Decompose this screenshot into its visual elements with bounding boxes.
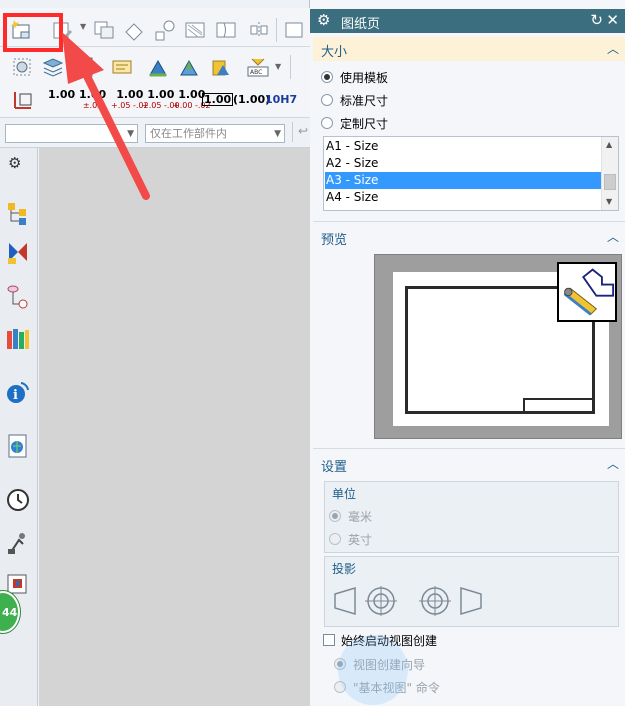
toolbar-separator: [276, 18, 277, 42]
dropdown-arrow-icon[interactable]: ▼: [80, 22, 86, 31]
watermark-logo: [338, 635, 408, 705]
dropdown-arrow-icon[interactable]: ▼: [275, 62, 281, 71]
scroll-thumb[interactable]: [604, 174, 616, 190]
tolerance-style-1[interactable]: 1.00: [48, 89, 75, 100]
toolbar-separator: [290, 55, 291, 79]
note-icon[interactable]: [110, 55, 134, 79]
undo-icon[interactable]: ↩: [298, 124, 308, 138]
history-clock-icon[interactable]: [5, 487, 31, 513]
process-studio-icon[interactable]: [5, 530, 31, 556]
radio-dot: [321, 94, 333, 106]
scroll-down-icon[interactable]: ▼: [606, 197, 612, 206]
size-group-title: 大小: [321, 45, 348, 60]
preview-title-block: [523, 398, 595, 414]
view-icon[interactable]: [92, 18, 116, 42]
scroll-up-icon[interactable]: ▲: [606, 140, 612, 149]
section-view-icon[interactable]: [183, 18, 207, 42]
surface-finish-icon[interactable]: [209, 55, 233, 79]
collapse-icon[interactable]: ︿: [607, 228, 619, 245]
collapse-icon[interactable]: ︿: [607, 40, 619, 57]
list-item[interactable]: A2 - Size: [325, 155, 601, 172]
graphics-window[interactable]: [39, 148, 310, 706]
sheet-preview: [374, 254, 622, 439]
projection-label: 投影: [332, 562, 357, 576]
tolerance-style-2[interactable]: 1.00 ±.05: [79, 89, 106, 111]
settings-group-header[interactable]: 设置 ︿: [313, 452, 625, 476]
settings-group-title: 设置: [321, 460, 348, 475]
new-sheet-highlight-box: [3, 13, 63, 52]
dimension-icon[interactable]: [11, 88, 35, 112]
tolerance-style-fit[interactable]: 10H7: [265, 94, 297, 105]
toolbar-row-2: ABC ▼: [0, 47, 310, 86]
projected-view-icon[interactable]: [122, 18, 146, 42]
toolbar-row-3: 1.00 1.00 ±.05 1.00 +.05 -.02 1.00 +.05 -.0…: [0, 82, 310, 118]
dialog-title-bar: ⚙ 图纸页 ↻ ✕: [310, 9, 625, 33]
radio-label: 毫米: [348, 510, 373, 524]
scope-filter-select[interactable]: 仅在工作部件内 ▼: [145, 124, 285, 143]
size-group-header[interactable]: 大小 ︿: [313, 37, 625, 61]
selection-filter-bar: ▼ 仅在工作部件内 ▼ ↩: [0, 118, 310, 148]
nx-main-window: ▼ ABC ▼ 1.00 1.00 ±.05 1.00 +.05 -.02 1.…: [0, 0, 310, 706]
sheet-size-list[interactable]: A1 - Size A2 - Size A3 - Size A4 - Size …: [323, 136, 619, 211]
projection-subgroup: 投影: [324, 556, 619, 627]
reset-icon[interactable]: ↻: [590, 11, 603, 29]
svg-text:ABC: ABC: [250, 69, 262, 76]
gear-icon[interactable]: ⚙: [8, 154, 21, 172]
collapse-icon[interactable]: ︿: [607, 455, 619, 472]
first-angle-projection-icon[interactable]: [331, 584, 401, 618]
units-subgroup: 单位 毫米 英寸: [324, 481, 619, 553]
close-icon[interactable]: ✕: [606, 11, 619, 29]
toolbar-separator: [292, 122, 293, 142]
radio-label: 使用模板: [340, 71, 389, 85]
constraint-navigator-icon[interactable]: [5, 240, 31, 266]
drafting-template-icon: [557, 262, 617, 322]
sheet-dialog: ⚙ 图纸页 ↻ ✕ 大小 ︿ 使用模板 标准尺寸 定制尺寸 A1 - Size …: [310, 0, 625, 706]
chevron-down-icon: ▼: [127, 129, 134, 139]
reuse-library-icon[interactable]: [5, 326, 31, 352]
preview-group-title: 预览: [321, 233, 348, 248]
radio-dot: [321, 71, 333, 83]
broken-view-icon[interactable]: [247, 18, 271, 42]
list-item[interactable]: A1 - Size: [325, 138, 601, 155]
gear-icon[interactable]: ⚙: [317, 11, 330, 29]
type-filter-select[interactable]: ▼: [5, 124, 138, 143]
group-divider: [313, 221, 625, 222]
tolerance-style-basic[interactable]: 1.00: [202, 93, 234, 106]
datum-target-icon[interactable]: [177, 55, 201, 79]
part-navigator-icon[interactable]: [5, 283, 31, 309]
list-scrollbar[interactable]: ▲ ▼: [601, 137, 618, 210]
radio-label: 定制尺寸: [340, 117, 389, 131]
feature-control-icon[interactable]: [146, 55, 170, 79]
detail-view-icon[interactable]: [153, 18, 177, 42]
symbol-icon[interactable]: ABC: [246, 55, 270, 79]
dialog-title: 图纸页: [341, 17, 381, 32]
group-divider: [313, 448, 625, 449]
radio-dot: [329, 533, 341, 545]
break-view-icon[interactable]: [214, 18, 238, 42]
units-label: 单位: [332, 487, 357, 501]
assembly-navigator-icon[interactable]: [5, 200, 31, 226]
part-list-icon[interactable]: [72, 55, 96, 79]
radio-dot: [329, 510, 341, 522]
list-item-selected[interactable]: A3 - Size: [325, 172, 601, 189]
update-view-icon[interactable]: [283, 18, 307, 42]
svg-text:i: i: [13, 388, 18, 403]
third-angle-projection-icon[interactable]: [415, 584, 485, 618]
info-icon[interactable]: i: [5, 379, 31, 405]
radio-label: 英寸: [348, 533, 373, 547]
chevron-down-icon: ▼: [274, 129, 281, 139]
list-item[interactable]: A4 - Size: [325, 189, 601, 206]
radio-dot: [321, 117, 333, 129]
web-browser-icon[interactable]: [5, 433, 31, 459]
view-boundary-icon[interactable]: [10, 55, 34, 79]
preview-group-header[interactable]: 预览 ︿: [313, 225, 625, 249]
checkbox-box[interactable]: [323, 634, 335, 646]
layer-icon[interactable]: [41, 55, 65, 79]
radio-label: 标准尺寸: [340, 94, 389, 108]
